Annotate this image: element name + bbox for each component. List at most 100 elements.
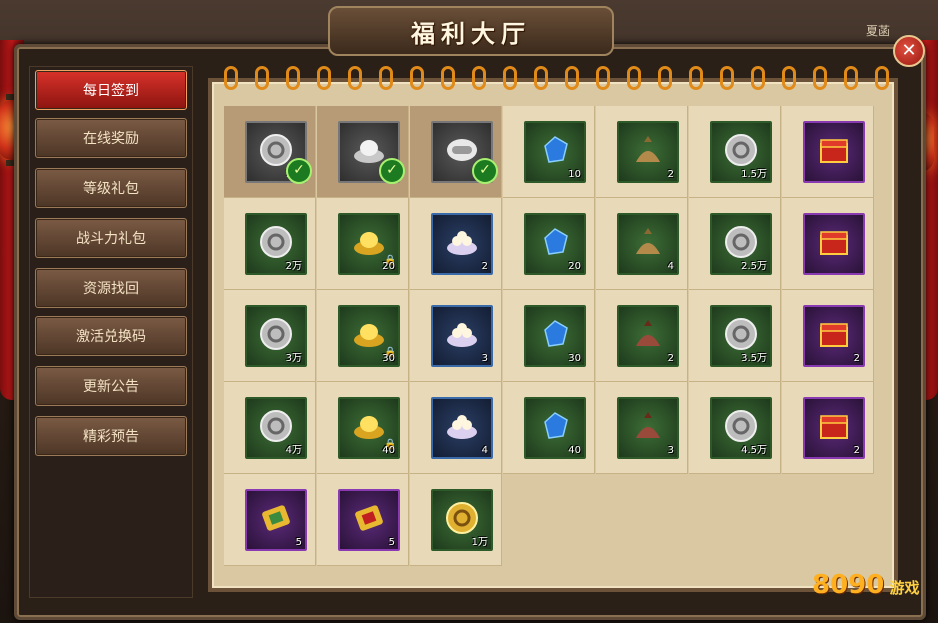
gold-ingot-icon: [354, 416, 384, 439]
ring-icon: [410, 66, 424, 90]
ring-icon: [813, 66, 827, 90]
ring-icon: [875, 66, 889, 90]
gold-ingot-icon: [354, 232, 384, 255]
reward-slot: 3.5万: [710, 305, 772, 367]
sign-in-day-cell[interactable]: 40: [503, 382, 595, 474]
sign-in-day-cell[interactable]: 10✓: [410, 106, 502, 198]
sign-in-day-cell[interactable]: 2: [596, 290, 688, 382]
gold-ingot-icon: [354, 324, 384, 347]
reward-slot: 40: [524, 397, 586, 459]
reward-slot: 2万: [245, 213, 307, 275]
reward-quantity: 5: [388, 537, 395, 548]
rice-balls-bowl-icon: [447, 415, 477, 439]
reward-quantity: 2: [481, 261, 488, 272]
ring-icon: [441, 66, 455, 90]
sign-in-day-cell[interactable]: 2.5万: [689, 198, 781, 290]
gold-pouch-icon: [636, 228, 660, 254]
sign-in-day-cell[interactable]: [782, 106, 874, 198]
reward-quantity: 2: [667, 353, 674, 364]
reward-slot: 2: [617, 305, 679, 367]
sign-in-day-cell[interactable]: 4.5万: [689, 382, 781, 474]
sign-in-day-cell[interactable]: 4: [410, 382, 502, 474]
top-right-label: 夏菡: [866, 24, 891, 38]
sidebar-item-1[interactable]: 每日签到: [35, 70, 187, 110]
sign-in-day-cell[interactable]: 2: [410, 198, 502, 290]
silver-coin-icon: [260, 318, 292, 350]
reward-quantity: 10: [568, 169, 581, 180]
reward-quantity: 5: [295, 537, 302, 548]
sign-in-day-cell[interactable]: 5: [224, 474, 316, 566]
reward-slot: 🔒 30: [338, 305, 400, 367]
sign-in-day-cell[interactable]: 🔒 40: [317, 382, 409, 474]
treasure-chest-icon: [820, 323, 848, 347]
silver-coin-icon: [725, 318, 757, 350]
sign-in-day-cell[interactable]: 3万: [224, 290, 316, 382]
sidebar-item-6[interactable]: 激活兑换码: [35, 316, 187, 356]
reward-quantity: 40: [382, 445, 395, 456]
sign-in-day-cell[interactable]: 🔒10✓: [317, 106, 409, 198]
sidebar-item-label: 更新公告: [83, 379, 139, 395]
blue-crystal-icon: [544, 412, 568, 439]
reward-quantity: 20: [568, 261, 581, 272]
sidebar-item-label: 精彩预告: [83, 429, 139, 445]
sign-in-day-cell[interactable]: 🔒 20: [317, 198, 409, 290]
reward-quantity: 4: [667, 261, 674, 272]
sidebar-item-3[interactable]: 等级礼包: [35, 168, 187, 208]
reward-quantity: 3万: [285, 353, 302, 364]
reward-quantity: 30: [568, 353, 581, 364]
sign-in-day-cell[interactable]: 2万: [224, 198, 316, 290]
claimed-check-icon: ✓: [286, 158, 312, 184]
claimed-check-icon: ✓: [379, 158, 405, 184]
reward-slot: 1.5万: [710, 121, 772, 183]
reward-slot: 1万: [431, 489, 493, 551]
close-button[interactable]: ✕: [893, 35, 925, 67]
sidebar-item-8[interactable]: 精彩预告: [35, 416, 187, 456]
sign-in-day-cell[interactable]: 1.5万: [689, 106, 781, 198]
logo-number: 8090: [812, 570, 885, 600]
sign-in-day-cell[interactable]: 4: [596, 198, 688, 290]
ring-icon: [348, 66, 362, 90]
reward-slot: [803, 121, 865, 183]
reward-slot: 5: [245, 489, 307, 551]
silver-coin-icon: [725, 134, 757, 166]
sign-in-day-cell[interactable]: 20: [503, 198, 595, 290]
reward-slot: 5: [338, 489, 400, 551]
sidebar-item-7[interactable]: 更新公告: [35, 366, 187, 406]
sign-in-day-cell[interactable]: 1万: [410, 474, 502, 566]
sign-in-day-cell[interactable]: 2: [782, 382, 874, 474]
silver-coin-icon: [260, 410, 292, 442]
reward-slot: 30: [524, 305, 586, 367]
ring-icon: [503, 66, 517, 90]
sign-in-day-cell[interactable]: 10: [503, 106, 595, 198]
sidebar-item-label: 资源找回: [83, 281, 139, 297]
sign-in-day-cell[interactable]: 3.5万: [689, 290, 781, 382]
sign-in-day-cell[interactable]: 3: [596, 382, 688, 474]
sign-in-day-cell[interactable]: 4万: [224, 382, 316, 474]
ring-icon: [224, 66, 238, 90]
reward-slot: 🔒 20: [338, 213, 400, 275]
reward-slot: 3: [617, 397, 679, 459]
sign-in-day-cell[interactable]: [782, 198, 874, 290]
rice-balls-bowl-icon: [447, 231, 477, 255]
sign-in-day-cell[interactable]: 2: [782, 290, 874, 382]
blue-crystal-icon: [544, 320, 568, 347]
reward-slot: 🔒 40: [338, 397, 400, 459]
sign-in-day-cell[interactable]: 2: [596, 106, 688, 198]
reward-quantity: 3.5万: [741, 353, 767, 364]
sign-in-day-cell[interactable]: 30: [503, 290, 595, 382]
sign-in-day-cell[interactable]: 🔒 30: [317, 290, 409, 382]
ring-icon: [751, 66, 765, 90]
sign-in-day-cell[interactable]: 1万✓: [224, 106, 316, 198]
sidebar-item-2[interactable]: 在线奖励: [35, 118, 187, 158]
sidebar-item-4[interactable]: 战斗力礼包: [35, 218, 187, 258]
sign-in-day-cell[interactable]: 3: [410, 290, 502, 382]
sign-in-day-cell[interactable]: 5: [317, 474, 409, 566]
reward-quantity: 2: [667, 169, 674, 180]
silver-coin-icon: [725, 226, 757, 258]
reward-slot: 3万: [245, 305, 307, 367]
ring-icon: [534, 66, 548, 90]
treasure-chest-icon: [820, 231, 848, 255]
silver-coin-icon: [260, 226, 292, 258]
treasure-chest-icon: [820, 139, 848, 163]
sidebar-item-5[interactable]: 资源找回: [35, 268, 187, 308]
